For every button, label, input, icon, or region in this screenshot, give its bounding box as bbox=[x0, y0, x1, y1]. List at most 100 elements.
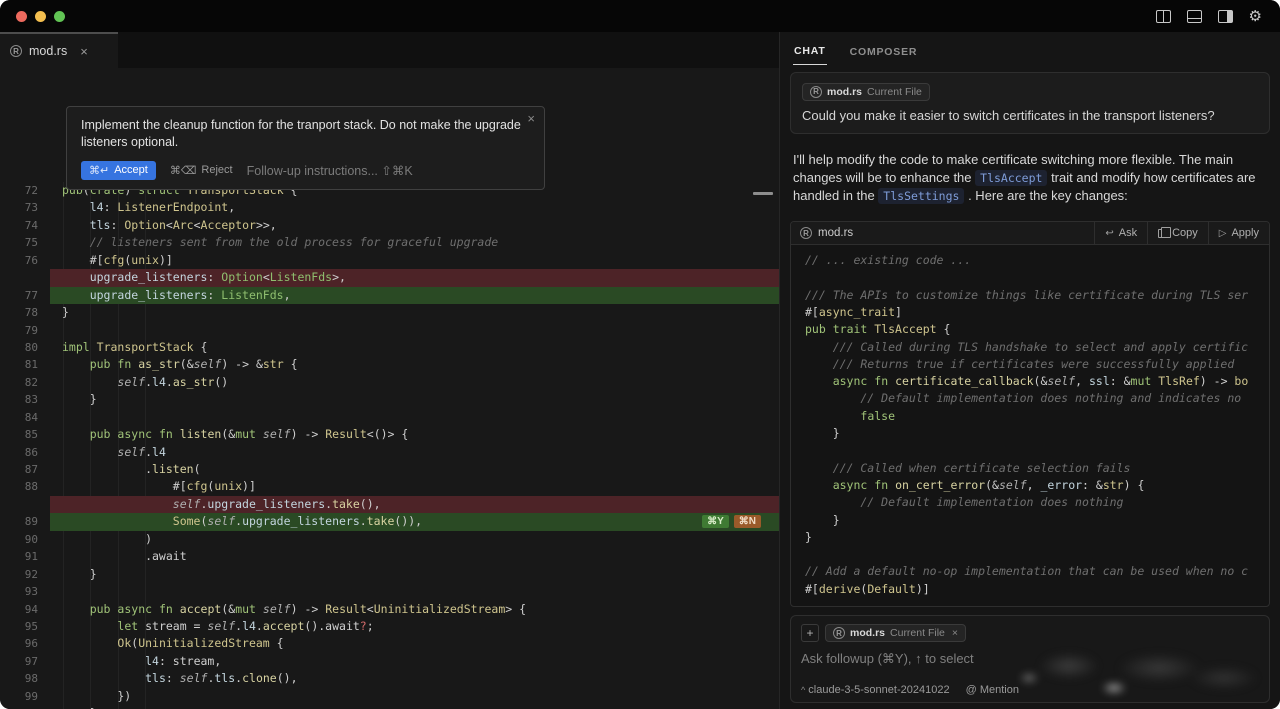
code-line[interactable]: self.upgrade_listeners.take(), bbox=[0, 495, 779, 514]
line-number[interactable]: 95 bbox=[0, 618, 50, 635]
code-line[interactable]: 74 tls: Option<Arc<Acceptor>>, bbox=[0, 217, 779, 234]
model-selector[interactable]: ^ claude-3-5-sonnet-20241022 bbox=[801, 684, 950, 696]
code-line[interactable]: 84 bbox=[0, 409, 779, 426]
line-number[interactable]: 81 bbox=[0, 356, 50, 373]
diff-reject-badge[interactable]: ⌘N bbox=[733, 515, 761, 529]
code-line[interactable]: 100 } bbox=[0, 705, 779, 709]
assistant-code-block: R mod.rs ↩ Ask Copy ▷ Apply // ... exist… bbox=[790, 221, 1270, 607]
code-line[interactable]: 81 pub fn as_str(&self) -> &str { bbox=[0, 356, 779, 373]
line-number[interactable]: 96 bbox=[0, 635, 50, 652]
line-number[interactable]: 73 bbox=[0, 199, 50, 216]
code-line[interactable]: 82 self.l4.as_str() bbox=[0, 374, 779, 391]
apply-button[interactable]: ▷ Apply bbox=[1207, 222, 1269, 245]
zoom-window-button[interactable] bbox=[54, 10, 65, 22]
copy-button[interactable]: Copy bbox=[1147, 222, 1208, 245]
line-number[interactable]: 75 bbox=[0, 234, 50, 251]
minimize-window-button[interactable] bbox=[35, 10, 46, 22]
code-line[interactable]: 77 upgrade_listeners: ListenFds, bbox=[0, 286, 779, 305]
line-number[interactable]: 87 bbox=[0, 461, 50, 478]
chip-remove-icon[interactable]: × bbox=[952, 627, 958, 639]
settings-gear-icon[interactable]: ⚙ bbox=[1249, 9, 1262, 24]
code-line[interactable]: 83 } bbox=[0, 391, 779, 408]
code-line[interactable]: 80 impl TransportStack { bbox=[0, 339, 779, 356]
line-number[interactable]: 79 bbox=[0, 322, 50, 339]
code-line[interactable]: 95 let stream = self.l4.accept().await?; bbox=[0, 618, 779, 635]
code-line[interactable]: 79 bbox=[0, 322, 779, 339]
ask-button[interactable]: ↩ Ask bbox=[1094, 222, 1147, 245]
code-line[interactable]: 94 pub async fn accept(&mut self) -> Res… bbox=[0, 601, 779, 618]
diff-accept-badge[interactable]: ⌘Y bbox=[702, 515, 729, 529]
code-line[interactable]: 88 #[cfg(unix)] bbox=[0, 478, 779, 495]
close-window-button[interactable] bbox=[16, 10, 27, 22]
code-token: , bbox=[283, 287, 291, 302]
code-line[interactable]: 92 } bbox=[0, 566, 779, 583]
code-token: ) -> & bbox=[221, 357, 263, 372]
line-number[interactable]: 88 bbox=[0, 478, 50, 495]
line-number[interactable]: 94 bbox=[0, 601, 50, 618]
code-line[interactable]: 96 Ok(UninitializedStream { bbox=[0, 635, 779, 652]
line-number[interactable]: 100 bbox=[0, 705, 50, 709]
line-number[interactable]: 93 bbox=[0, 583, 50, 600]
tab-close-icon[interactable]: × bbox=[80, 44, 88, 59]
line-number[interactable]: 76 bbox=[0, 252, 50, 269]
code-line[interactable]: 97 l4: stream, bbox=[0, 653, 779, 670]
line-number[interactable]: 74 bbox=[0, 217, 50, 234]
scrollbar-indicator[interactable] bbox=[753, 192, 773, 195]
accept-button[interactable]: ⌘↵ Accept bbox=[81, 160, 156, 180]
code-line[interactable]: 99 }) bbox=[0, 688, 779, 705]
line-number[interactable]: 80 bbox=[0, 339, 50, 356]
code-editor[interactable]: 72 pub(crate) struct TransportStack {73 l… bbox=[0, 68, 779, 709]
line-number[interactable]: 77 bbox=[0, 287, 50, 304]
line-number[interactable]: 97 bbox=[0, 653, 50, 670]
line-number[interactable] bbox=[0, 496, 50, 513]
ask-label: Ask bbox=[1118, 227, 1138, 240]
code-line[interactable]: 78} bbox=[0, 304, 779, 321]
chat-scroll-area[interactable]: R mod.rs Current File Could you make it … bbox=[780, 68, 1280, 709]
context-file-chip[interactable]: R mod.rs Current File bbox=[802, 82, 930, 101]
line-number[interactable]: 98 bbox=[0, 670, 50, 687]
line-number[interactable]: 92 bbox=[0, 566, 50, 583]
code-token: clone bbox=[242, 671, 277, 686]
code-line[interactable]: 86 self.l4 bbox=[0, 444, 779, 461]
line-number[interactable]: 72 bbox=[0, 182, 50, 199]
chat-input-card[interactable]: + R mod.rs Current File × Ask followup (… bbox=[790, 615, 1270, 703]
line-number[interactable]: 86 bbox=[0, 444, 50, 461]
tab-chat[interactable]: CHAT bbox=[793, 35, 827, 65]
prompt-close-icon[interactable]: × bbox=[527, 111, 535, 126]
line-number[interactable]: 89 bbox=[0, 513, 50, 530]
line-number[interactable]: 78 bbox=[0, 304, 50, 321]
code-line[interactable]: upgrade_listeners: Option<ListenFds>, bbox=[0, 269, 779, 287]
code-token: < bbox=[366, 601, 374, 616]
line-number[interactable]: 85 bbox=[0, 426, 50, 443]
line-number[interactable]: 91 bbox=[0, 548, 50, 565]
code-line[interactable]: 73 l4: ListenerEndpoint, bbox=[0, 199, 779, 216]
line-number[interactable]: 82 bbox=[0, 374, 50, 391]
line-number[interactable]: 83 bbox=[0, 391, 50, 408]
code-line[interactable]: 90 ) bbox=[0, 531, 779, 548]
code-line[interactable]: 85 pub async fn listen(&mut self) -> Res… bbox=[0, 426, 779, 443]
line-number[interactable]: 90 bbox=[0, 531, 50, 548]
code-line[interactable]: 91 .await bbox=[0, 548, 779, 565]
tab-composer[interactable]: COMPOSER bbox=[849, 36, 919, 65]
line-number[interactable] bbox=[0, 269, 50, 286]
line-number[interactable]: 84 bbox=[0, 409, 50, 426]
split-columns-icon[interactable] bbox=[1155, 9, 1171, 23]
followup-instructions-input[interactable]: Follow-up instructions... ⇧⌘K bbox=[247, 163, 413, 178]
code-line[interactable]: 87 .listen( bbox=[0, 461, 779, 478]
panel-bottom-icon[interactable] bbox=[1186, 9, 1202, 23]
code-line[interactable]: 75 // listeners sent from the old proces… bbox=[0, 234, 779, 251]
line-number[interactable]: 99 bbox=[0, 688, 50, 705]
code-line[interactable]: 93 bbox=[0, 583, 779, 600]
code-line[interactable]: 89 Some(self.upgrade_listeners.take()), ⌘… bbox=[0, 513, 779, 531]
code-line[interactable]: 98 tls: self.tls.clone(), bbox=[0, 670, 779, 687]
panel-right-icon[interactable] bbox=[1217, 9, 1233, 23]
code-line[interactable]: 76 #[cfg(unix)] bbox=[0, 252, 779, 269]
copy-label: Copy bbox=[1172, 227, 1198, 240]
tab-mod-rs[interactable]: R mod.rs × bbox=[0, 32, 118, 68]
code-token: async bbox=[832, 477, 868, 492]
reject-button[interactable]: ⌘⌫ Reject bbox=[170, 164, 233, 177]
input-context-file-chip[interactable]: R mod.rs Current File × bbox=[825, 624, 967, 642]
add-context-button[interactable]: + bbox=[801, 624, 819, 642]
